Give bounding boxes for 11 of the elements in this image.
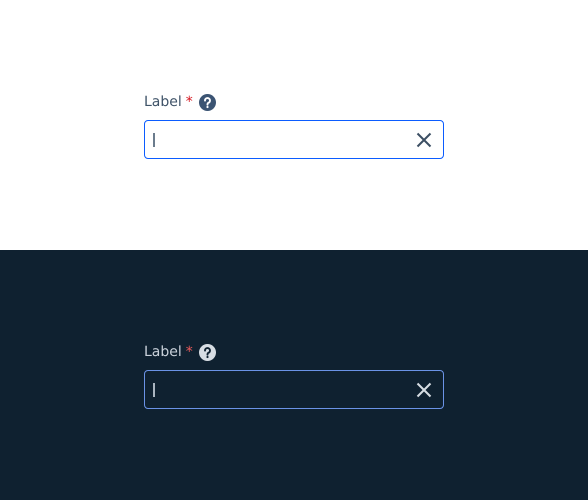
field-label: Label [144,344,182,360]
close-icon[interactable] [416,132,432,148]
required-mark: * [186,94,193,110]
text-cursor [153,132,154,146]
required-mark: * [186,344,193,360]
input-field[interactable] [144,120,444,159]
help-icon[interactable] [198,94,216,110]
text-cursor [153,382,154,396]
help-icon[interactable] [198,344,216,360]
input-field[interactable] [144,370,444,409]
field-label: Label [144,94,182,110]
